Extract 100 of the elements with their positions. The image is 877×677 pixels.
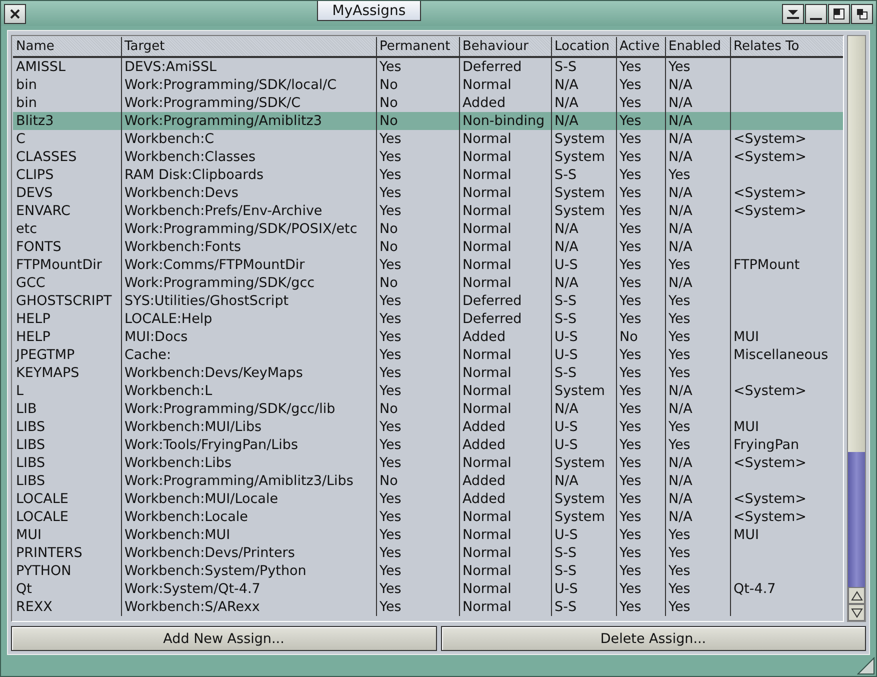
table-cell: Yes: [620, 527, 642, 543]
column-header[interactable]: Enabled: [665, 37, 730, 57]
table-cell: U-S: [554, 329, 578, 345]
table-cell: Yes: [380, 527, 402, 543]
column-header[interactable]: Permanent: [376, 37, 459, 57]
table-cell: MUI: [734, 527, 760, 543]
table-cell: Normal: [462, 185, 512, 201]
table-cell: Yes: [668, 311, 690, 327]
table-cell: Workbench:L: [124, 383, 212, 399]
table-cell: Normal: [462, 239, 512, 255]
column-header[interactable]: Location: [551, 37, 616, 57]
table-cell: Yes: [668, 329, 690, 345]
table-cell: Normal: [462, 257, 512, 273]
table-cell: Yes: [620, 239, 642, 255]
table-cell: Normal: [462, 599, 512, 615]
table-cell: JPEGTMP: [16, 347, 75, 363]
resize-handle[interactable]: [857, 657, 875, 675]
table-cell: Yes: [620, 185, 642, 201]
table-cell: Yes: [380, 347, 402, 363]
table-cell: U-S: [554, 419, 578, 435]
scroll-thumb[interactable]: [848, 452, 865, 587]
table-cell: N/A: [554, 77, 578, 93]
table-cell: <System>: [734, 185, 806, 201]
table-cell: etc: [16, 221, 38, 237]
table-cell: Work:System/Qt-4.7: [124, 581, 260, 597]
table-cell: Workbench:Prefs/Env-Archive: [124, 203, 322, 219]
table-cell: Normal: [462, 275, 512, 291]
table-cell: Yes: [380, 581, 402, 597]
table-cell: Yes: [620, 599, 642, 615]
delete-button[interactable]: Delete Assign...: [440, 626, 866, 651]
table-cell: LIBS: [16, 473, 46, 489]
table-cell: Yes: [380, 563, 402, 579]
table-cell: Yes: [380, 293, 402, 309]
scroll-down-button[interactable]: [848, 604, 865, 621]
drop-down-icon: [786, 8, 800, 20]
table-cell: CLIPS: [16, 167, 54, 183]
down-arrow-icon: [850, 608, 862, 618]
table-cell: Yes: [620, 59, 642, 75]
table-cell: LOCALE: [16, 491, 68, 507]
table-cell: Deferred: [462, 293, 522, 309]
table-cell: Yes: [380, 203, 402, 219]
column-header[interactable]: Behaviour: [459, 37, 551, 57]
table-cell: N/A: [668, 509, 692, 525]
table-cell: LOCALE: [16, 509, 68, 525]
table-cell: Workbench:System/Python: [124, 563, 306, 579]
table-cell: Work:Programming/SDK/POSIX/etc: [124, 221, 358, 237]
depth-button[interactable]: [851, 4, 873, 24]
table-cell: ENVARC: [16, 203, 70, 219]
column-header[interactable]: Target: [121, 37, 376, 57]
column-header[interactable]: Active: [616, 37, 665, 57]
table-cell: S-S: [554, 365, 577, 381]
table-cell: System: [554, 491, 605, 507]
table-cell: FONTS: [16, 239, 62, 255]
column-header[interactable]: Relates To: [730, 37, 843, 57]
table-cell: DEVS:AmiSSL: [124, 59, 217, 75]
table-cell: Added: [462, 95, 506, 111]
table-cell: Normal: [462, 509, 512, 525]
table-cell: Yes: [668, 365, 690, 381]
table-cell: Yes: [620, 419, 642, 435]
table-cell: Added: [462, 419, 506, 435]
scrollbar[interactable]: [847, 35, 866, 622]
table-cell: Work:Programming/Amiblitz3/Libs: [124, 473, 354, 489]
close-button[interactable]: [4, 4, 26, 24]
table-cell: System: [554, 455, 605, 471]
scroll-up-button[interactable]: [848, 587, 865, 604]
iconify-button[interactable]: [805, 4, 827, 24]
table-cell: System: [554, 131, 605, 147]
table-cell: N/A: [668, 383, 692, 399]
table-cell: Yes: [620, 275, 642, 291]
table-cell: FTPMountDir: [16, 257, 102, 273]
table-cell: Yes: [620, 203, 642, 219]
table-cell: Work:Programming/Amiblitz3: [124, 113, 322, 129]
table-cell: Yes: [668, 545, 690, 561]
table-cell: Yes: [620, 509, 642, 525]
table-cell: Yes: [620, 149, 642, 165]
table-cell: Normal: [462, 581, 512, 597]
table-cell: U-S: [554, 437, 578, 453]
table-cell: No: [380, 473, 398, 489]
table-cell: N/A: [554, 473, 578, 489]
table-cell: Workbench:Classes: [124, 149, 256, 165]
table-cell: Normal: [462, 365, 512, 381]
windows-icon: [856, 8, 868, 20]
table-cell: Yes: [380, 509, 402, 525]
table-cell: Added: [462, 329, 506, 345]
jump-button[interactable]: [782, 4, 804, 24]
zoom-button[interactable]: [828, 4, 850, 24]
table-cell: Yes: [668, 167, 690, 183]
table-cell: Yes: [668, 563, 690, 579]
table-cell: N/A: [668, 203, 692, 219]
table-cell: Qt-4.7: [734, 581, 776, 597]
table-cell: S-S: [554, 293, 577, 309]
table-cell: Workbench:Libs: [124, 455, 232, 471]
table-cell: S-S: [554, 545, 577, 561]
column-header[interactable]: Name: [13, 37, 121, 57]
table-cell: Workbench:Devs/Printers: [124, 545, 295, 561]
table-cell: Yes: [380, 149, 402, 165]
table-cell: Workbench:C: [124, 131, 214, 147]
add-button[interactable]: Add New Assign...: [11, 626, 436, 651]
table-cell: Normal: [462, 563, 512, 579]
table-cell: HELP: [16, 329, 50, 345]
